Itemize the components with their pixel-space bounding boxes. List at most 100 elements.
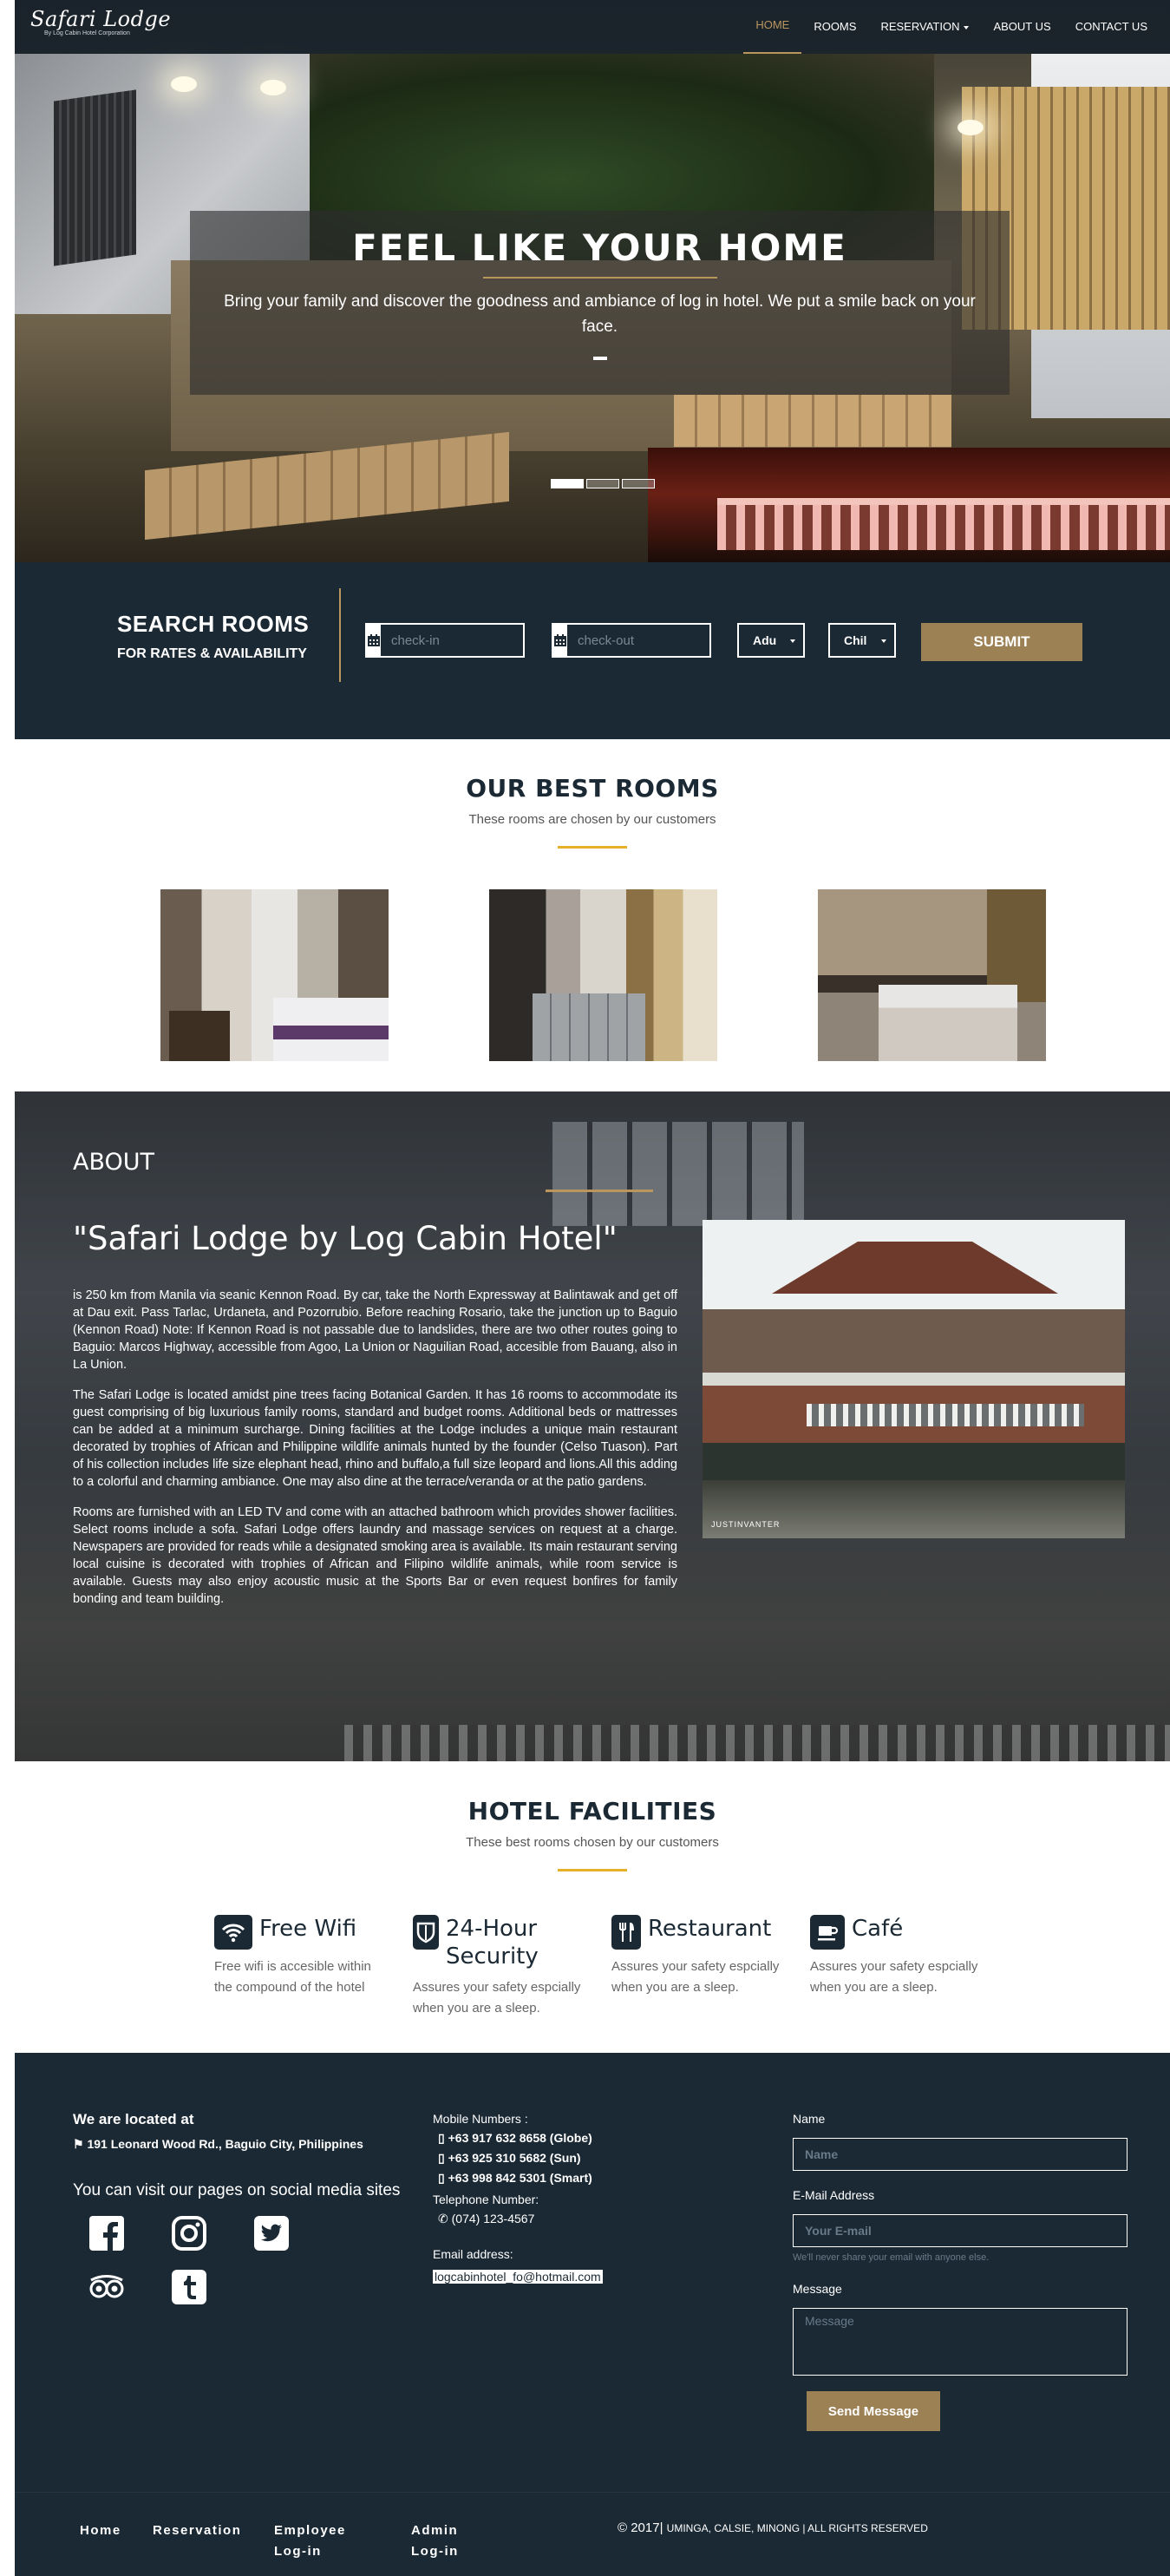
logo[interactable]: Safari Lodge By Log Cabin Hotel Corporat…: [30, 7, 171, 36]
nav-contact[interactable]: CONTACT US: [1063, 0, 1160, 54]
mobile-phone-icon: ▯: [438, 2151, 445, 2165]
page: FEEL LIKE YOUR HOME Bring your family an…: [15, 0, 1170, 2576]
about-paragraph: Rooms are furnished with an LED TV and c…: [73, 1505, 677, 1606]
mobile-phone-icon: ▯: [438, 2131, 445, 2145]
about-paragraph: is 250 km from Manila via seanic Kennon …: [73, 1288, 677, 1372]
nav-reservation-label: RESERVATION: [880, 20, 960, 33]
facility-cafe: Café Assures your safety espcially when …: [810, 1915, 984, 1998]
facility-name: Free Wifi: [259, 1916, 357, 1942]
phone-icon: ✆: [438, 2212, 448, 2225]
search-divider: [339, 588, 341, 682]
about-heading: ABOUT: [73, 1149, 155, 1176]
mobile-number-text: +63 917 632 8658 (Globe): [448, 2131, 592, 2145]
hero-divider: [482, 277, 717, 279]
nav-menu: HOME ROOMS RESERVATION ABOUT US CONTACT …: [743, 0, 1160, 54]
room-image-3[interactable]: [818, 889, 1046, 1061]
caret-down-icon: [964, 25, 970, 29]
shield-icon: [413, 1915, 439, 1950]
hero-dash: [592, 357, 607, 360]
telephone-text: (074) 123-4567: [451, 2212, 535, 2225]
about-subheading: "Safari Lodge by Log Cabin Hotel": [73, 1220, 618, 1257]
facilities-header: HOTEL FACILITIES These best rooms chosen…: [15, 1797, 1170, 1871]
carousel-indicator-2[interactable]: [586, 479, 619, 488]
checkout-input[interactable]: [567, 625, 761, 656]
facilities-subtitle: These best rooms chosen by our customers: [466, 1835, 719, 1850]
tumblr-icon[interactable]: [170, 2268, 208, 2306]
contact-form: Name E-Mail Address We'll never share yo…: [793, 2112, 1129, 2431]
map-marker-icon: ⚑: [73, 2137, 84, 2151]
facility-name: Café: [852, 1916, 904, 1942]
footer-link-employee-login[interactable]: Employee Log-in: [274, 2520, 361, 2562]
facility-name: 24-Hour Security: [446, 1916, 539, 1970]
logo-subtext: By Log Cabin Hotel Corporation: [44, 30, 130, 36]
facility-wifi: Free Wifi Free wifi is accesible within …: [214, 1915, 388, 1998]
message-input[interactable]: [793, 2308, 1128, 2376]
wifi-icon: [214, 1915, 252, 1950]
address: ⚑ 191 Leonard Wood Rd., Baguio City, Phi…: [73, 2137, 402, 2152]
copyright-text: © 2017|: [618, 2520, 663, 2535]
message-label: Message: [793, 2282, 842, 2296]
mobile-label: Mobile Numbers :: [433, 2112, 528, 2126]
footer-link-admin-login[interactable]: Admin Log-in: [411, 2520, 480, 2562]
facility-restaurant: Restaurant Assures your safety espcially…: [611, 1915, 785, 1998]
about-paragraph: The Safari Lodge is located amidst pine …: [73, 1388, 677, 1489]
facebook-icon[interactable]: [88, 2214, 126, 2252]
nav-home[interactable]: HOME: [743, 0, 802, 54]
name-input[interactable]: [793, 2138, 1128, 2171]
social-links: [73, 2214, 350, 2322]
email-input[interactable]: [793, 2214, 1128, 2247]
tripadvisor-icon[interactable]: [88, 2268, 126, 2306]
carousel-indicator-1[interactable]: [551, 479, 584, 488]
photo-watermark: JUSTINVANTER: [711, 1520, 781, 1529]
rooms-title: OUR BEST ROOMS: [466, 774, 719, 803]
nav-reservation[interactable]: RESERVATION: [868, 0, 981, 54]
facility-security: 24-Hour Security Assures your safety esp…: [413, 1915, 586, 2019]
search-subtitle: FOR RATES & AVAILABILITY: [117, 646, 307, 661]
facility-desc: Assures your safety espcially when you a…: [413, 1980, 581, 2016]
footer-location: We are located at ⚑ 191 Leonard Wood Rd.…: [73, 2111, 402, 2322]
cutlery-icon: [611, 1915, 641, 1950]
facility-desc: Free wifi is accesible within the compou…: [214, 1959, 371, 1995]
mobile-number: ▯ +63 998 842 5301 (Smart): [433, 2171, 658, 2186]
adults-select[interactable]: Adu: [737, 623, 805, 658]
footer-link-reservation[interactable]: Reservation: [153, 2520, 274, 2562]
hero-caption: FEEL LIKE YOUR HOME Bring your family an…: [190, 211, 1010, 395]
submit-button[interactable]: SUBMIT: [921, 623, 1082, 661]
logo-text: Safari Lodge: [30, 7, 172, 31]
lodge-photo: JUSTINVANTER: [703, 1220, 1125, 1538]
checkin-field[interactable]: [365, 623, 574, 658]
hero-text: Bring your family and discover the goodn…: [224, 292, 976, 336]
email-hint: We'll never share your email with anyone…: [793, 2252, 990, 2263]
checkout-field[interactable]: [552, 623, 761, 658]
nav-about[interactable]: ABOUT US: [981, 0, 1062, 54]
telephone-label: Telephone Number:: [433, 2193, 539, 2206]
search-rooms-section: SEARCH ROOMS FOR RATES & AVAILABILITY Ad…: [15, 562, 1170, 739]
twitter-icon[interactable]: [252, 2214, 291, 2252]
social-title: You can visit our pages on social media …: [73, 2181, 401, 2199]
coffee-cup-icon: [810, 1915, 845, 1950]
copyright-names: UMINGA, CALSIE, MINONG | ALL RIGHTS RESE…: [666, 2522, 928, 2534]
send-message-button[interactable]: Send Message: [807, 2391, 940, 2431]
top-navbar: Safari Lodge By Log Cabin Hotel Corporat…: [15, 0, 1170, 54]
calendar-icon: [553, 625, 567, 656]
carousel-indicator-3[interactable]: [622, 479, 655, 488]
search-title-block: SEARCH ROOMS FOR RATES & AVAILABILITY: [117, 611, 309, 662]
mobile-phone-icon: ▯: [438, 2171, 445, 2185]
bottom-bar: Home Reservation Employee Log-in Admin L…: [15, 2492, 1170, 2576]
footer-link-home[interactable]: Home: [80, 2520, 153, 2562]
email-link[interactable]: logcabinhotel_fo@hotmail.com: [433, 2270, 603, 2284]
about-divider: [546, 1190, 653, 1192]
footer-links: Home Reservation Employee Log-in Admin L…: [80, 2520, 480, 2562]
room-image-1[interactable]: [160, 889, 389, 1061]
children-select[interactable]: Chil: [828, 623, 896, 658]
facility-desc: Assures your safety espcially when you a…: [611, 1959, 780, 1995]
nav-rooms[interactable]: ROOMS: [801, 0, 868, 54]
room-image-2[interactable]: [489, 889, 717, 1061]
checkin-input[interactable]: [381, 625, 574, 656]
mobile-number: ▯ +63 925 310 5682 (Sun): [433, 2151, 658, 2166]
about-section: ABOUT "Safari Lodge by Log Cabin Hotel" …: [15, 1091, 1170, 1761]
instagram-icon[interactable]: [170, 2214, 208, 2252]
telephone: ✆ (074) 123-4567: [433, 2212, 658, 2226]
copyright: © 2017| UMINGA, CALSIE, MINONG | ALL RIG…: [618, 2520, 928, 2535]
mobile-number-text: +63 998 842 5301 (Smart): [448, 2171, 592, 2185]
